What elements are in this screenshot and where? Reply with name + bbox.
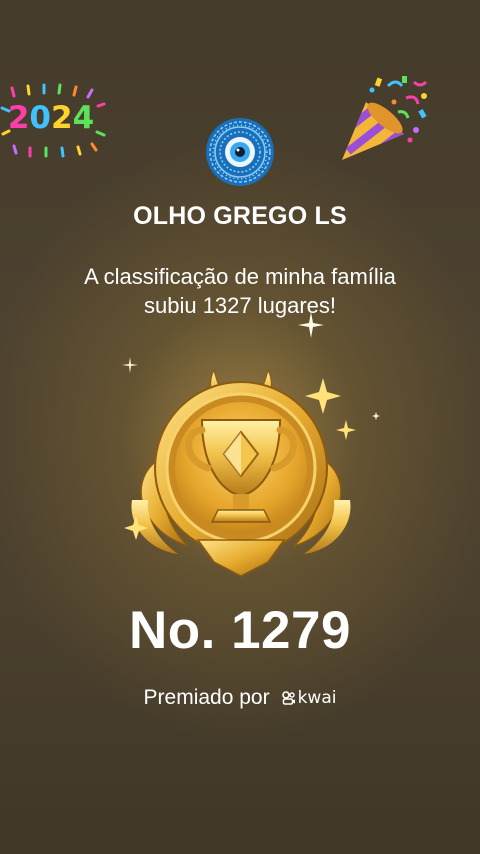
rank-message: A classificação de minha família subiu 1… bbox=[40, 262, 440, 320]
sparkle-icon bbox=[298, 312, 324, 338]
year-digit: 4 bbox=[72, 100, 95, 136]
evil-eye-icon bbox=[206, 118, 274, 186]
party-popper-icon bbox=[342, 76, 428, 160]
year-digit: 0 bbox=[29, 100, 51, 136]
family-rank-card: 2024 OLHO GREGO LS A classificação de mi… bbox=[0, 0, 480, 854]
year-digit: 2 bbox=[51, 100, 73, 136]
rank-message-line: A classificação de minha família bbox=[84, 264, 396, 289]
awarded-by: Premiado por kwai bbox=[0, 686, 480, 710]
rank-message-line: subiu 1327 lugares! bbox=[143, 293, 337, 318]
year-2024-label: 2024 bbox=[6, 100, 96, 136]
gold-trophy-badge-icon bbox=[124, 368, 356, 577]
kwai-logo: kwai bbox=[281, 688, 337, 708]
awarded-by-label: Premiado por bbox=[143, 686, 270, 709]
rank-number: No. 1279 bbox=[128, 601, 351, 660]
kwai-brand-text: kwai bbox=[297, 688, 337, 708]
family-name: OLHO GREGO LS bbox=[133, 202, 347, 230]
sparkle-icon bbox=[372, 412, 380, 420]
year-digit: 2 bbox=[7, 100, 30, 136]
kwai-logo-icon bbox=[281, 691, 295, 705]
